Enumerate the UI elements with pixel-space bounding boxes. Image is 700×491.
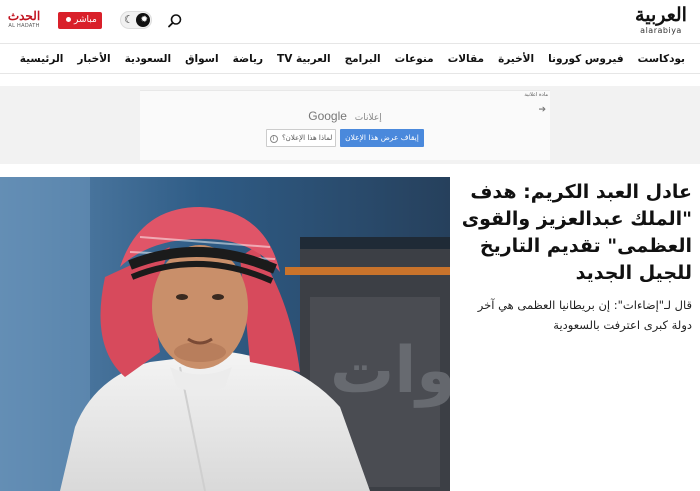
nav-item-saudi[interactable]: السعودية [118, 44, 178, 74]
search-button[interactable] [166, 12, 184, 30]
site-header: العربية alarabiya ☾ ✹ مباشر الحدث AL HAD… [0, 0, 700, 44]
nav-item-articles[interactable]: مقالات [441, 44, 491, 74]
nav-item-alarabiya-tv[interactable]: العربية TV [270, 44, 338, 74]
logo-sub-text: alarabiya [640, 26, 682, 35]
hero-photo: وات [0, 177, 450, 491]
moon-icon: ☾ [124, 13, 134, 26]
nav-item-programs[interactable]: البرامج [338, 44, 388, 74]
alarabiya-logo[interactable]: العربية alarabiya [632, 4, 690, 40]
why-this-ad-label: لماذا هذا الإعلان؟ [281, 134, 333, 142]
hero-title[interactable]: عادل العبد الكريم: هدف "الملك عبدالعزيز … [460, 179, 692, 287]
search-icon [168, 14, 182, 28]
nav-item-coronavirus[interactable]: فيروس كورونا [541, 44, 631, 74]
theme-toggle[interactable]: ☾ ✹ [120, 11, 152, 29]
nav-list: الرئيسية الأخبار السعودية اسواق رياضة ال… [13, 44, 692, 74]
sun-icon: ✹ [140, 15, 148, 25]
nav-item-markets[interactable]: اسواق [178, 44, 226, 74]
ad-area: مادة اعلانية ➔ إعلانات Google إيقاف عرض … [0, 86, 700, 164]
nav-item-podcast[interactable]: بودكاست [631, 44, 692, 74]
info-icon: i [269, 135, 278, 143]
hero-image[interactable]: وات [0, 177, 450, 491]
stop-ad-button[interactable]: إيقاف عرض هذا الإعلان [340, 129, 424, 147]
svg-text:وات: وات [330, 334, 450, 408]
live-button[interactable]: مباشر [58, 12, 102, 29]
live-dot-icon [66, 17, 72, 22]
ad-box: مادة اعلانية ➔ إعلانات Google إيقاف عرض … [140, 90, 550, 160]
why-this-ad-button[interactable]: لماذا هذا الإعلان؟ i [266, 129, 336, 147]
ad-marker-label: مادة اعلانية [522, 91, 550, 99]
hero-summary: قال لـ"إضاءات": إن بريطانيا العظمى هي آخ… [477, 298, 692, 332]
google-text: Google [308, 109, 347, 123]
live-label: مباشر [74, 15, 97, 25]
hadath-sub-text: AL HADATH [8, 23, 40, 29]
main-nav: الرئيسية الأخبار السعودية اسواق رياضة ال… [0, 44, 700, 74]
nav-item-variety[interactable]: منوعات [388, 44, 441, 74]
ad-google-label: إعلانات Google [140, 109, 550, 123]
alhadath-logo[interactable]: الحدث AL HADATH [2, 9, 46, 35]
ads-label: إعلانات [354, 113, 382, 123]
nav-item-last[interactable]: الأخيرة [491, 44, 541, 74]
hadath-main-text: الحدث [7, 9, 41, 23]
nav-item-news[interactable]: الأخبار [70, 44, 117, 74]
logo-main-text: العربية [635, 4, 687, 26]
hero-article: عادل العبد الكريم: هدف "الملك عبدالعزيز … [460, 177, 692, 335]
nav-item-home[interactable]: الرئيسية [13, 44, 71, 74]
nav-item-sports[interactable]: رياضة [226, 44, 270, 74]
